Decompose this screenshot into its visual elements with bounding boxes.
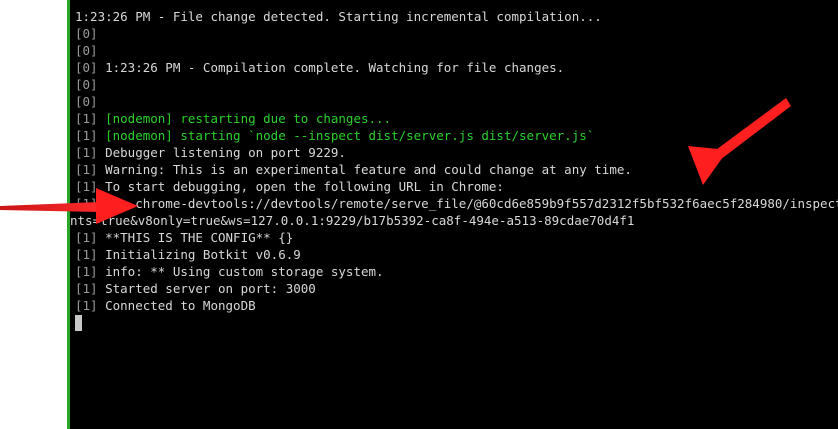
process-prefix: [1] [75,298,98,313]
terminal-window[interactable]: 1:23:26 PM - File change detected. Start… [67,0,838,429]
process-prefix: [0] [75,26,98,41]
process-prefix: [1] [75,230,98,245]
terminal-line: [1] [nodemon] starting `node --inspect d… [75,127,594,144]
terminal-line: nts=true&v8only=true&ws=127.0.0.1:9229/b… [70,212,634,229]
process-prefix: [1] [75,111,98,126]
process-prefix: [1] [75,128,98,143]
process-prefix: [1] [75,179,98,194]
line-text: 1:23:26 PM - Compilation complete. Watch… [97,60,565,75]
line-text: Warning: This is an experimental feature… [97,162,632,177]
process-prefix: [1] [75,162,98,177]
line-text: chrome-devtools://devtools/remote/serve_… [135,196,838,211]
terminal-line: [0] [75,93,98,110]
process-prefix: [0] [75,94,98,109]
line-text: Initializing Botkit v0.6.9 [97,247,301,262]
line-text: Debugger listening on port 9229. [97,145,346,160]
terminal-line: [1] Debugger listening on port 9229. [75,144,346,161]
terminal-line: [1] To start debugging, open the followi… [75,178,504,195]
terminal-cursor [75,315,82,331]
line-text: Connected to MongoDB [97,298,256,313]
line-text: [nodemon] starting `node --inspect dist/… [97,128,595,143]
terminal-line: [1] Warning: This is an experimental fea… [75,161,632,178]
process-prefix: [1] [75,264,98,279]
line-text: [nodemon] restarting due to changes... [97,111,392,126]
terminal-line: [1] Connected to MongoDB [75,297,256,314]
screenshot-canvas: 1:23:26 PM - File change detected. Start… [0,0,838,429]
line-text: Started server on port: 3000 [97,281,316,296]
terminal-line: 1:23:26 PM - File change detected. Start… [75,8,602,25]
process-prefix: [1] [75,145,98,160]
terminal-line: [0] [75,25,98,42]
terminal-line: [0] 1:23:26 PM - Compilation complete. W… [75,59,564,76]
terminal-line: [1] [nodemon] restarting due to changes.… [75,110,391,127]
terminal-line: [1] **THIS IS THE CONFIG** {} [75,229,293,246]
process-prefix: [1] [75,196,98,211]
line-text: nts=true&v8only=true&ws=127.0.0.1:9229/b… [70,213,635,228]
process-prefix: [0] [75,77,98,92]
line-text: info: ** Using custom storage system. [97,264,384,279]
line-text: To start debugging, open the following U… [97,179,504,194]
terminal-line: [1] chrome-devtools://devtools/remote/se… [75,195,838,212]
line-text: **THIS IS THE CONFIG** {} [97,230,294,245]
terminal-line: [1] Started server on port: 3000 [75,280,316,297]
terminal-line: [0] [75,42,98,59]
line-text: 1:23:26 PM - File change detected. Start… [75,9,602,24]
process-prefix: [1] [75,247,98,262]
process-prefix: [0] [75,43,98,58]
process-prefix: [0] [75,60,98,75]
process-prefix: [1] [75,281,98,296]
terminal-line: [0] [75,76,98,93]
terminal-line: [1] Initializing Botkit v0.6.9 [75,246,301,263]
terminal-line: [1] info: ** Using custom storage system… [75,263,384,280]
